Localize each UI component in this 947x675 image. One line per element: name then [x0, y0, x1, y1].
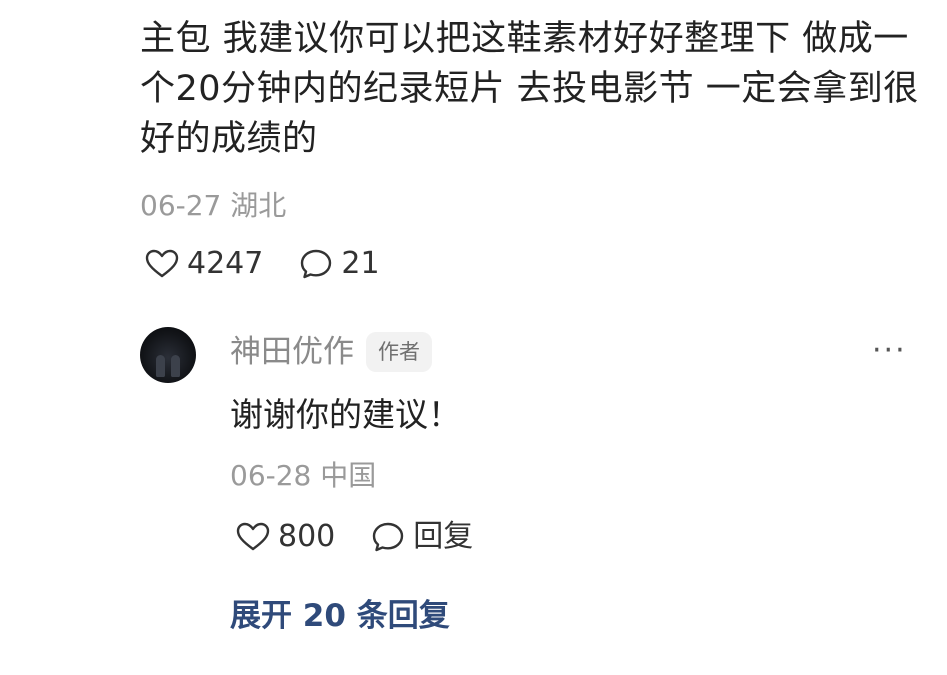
reply-like-count: 800	[278, 519, 336, 554]
main-comment-text: 主包 我建议你可以把这鞋素材好好整理下 做成一 个20分钟内的纪录短片 去投电影…	[140, 14, 920, 164]
main-like-button[interactable]: 4247	[145, 244, 263, 284]
more-icon[interactable]: ···	[872, 336, 907, 366]
main-comment-meta: 06-27 湖北	[140, 186, 286, 226]
reply-location: 中国	[320, 459, 377, 492]
main-like-count: 4247	[187, 246, 264, 281]
main-comment: 主包 我建议你可以把这鞋素材好好整理下 做成一 个20分钟内的纪录短片 去投电影…	[140, 14, 920, 164]
reply-button-label: 回复	[413, 519, 474, 554]
author-badge: 作者	[366, 332, 432, 372]
reply-reply-button[interactable]: 回复	[371, 517, 473, 557]
reply-meta: 06-28 中国	[230, 456, 376, 496]
heart-icon	[145, 249, 179, 278]
reply-text: 谢谢你的建议！	[230, 395, 461, 434]
comment-bubble-icon	[301, 249, 332, 279]
avatar-figure	[171, 355, 180, 377]
reply-author-row: 神田优作 作者	[230, 330, 432, 374]
heart-icon	[236, 522, 270, 551]
main-comment-button[interactable]: 21	[299, 244, 380, 284]
main-comment-actions: 4247 21	[145, 244, 380, 284]
reply-author-name[interactable]: 神田优作	[230, 330, 354, 374]
main-comment-location: 湖北	[230, 189, 287, 222]
reply-date: 06-28	[230, 459, 312, 492]
avatar[interactable]	[140, 327, 196, 383]
comment-bubble-icon	[373, 522, 404, 552]
avatar-figure	[156, 355, 165, 377]
main-comment-line: 主包 我建议你可以把这鞋素材好好整理下 做成一	[140, 19, 909, 59]
main-comment-count: 21	[341, 246, 380, 281]
expand-replies-link[interactable]: 展开 20 条回复	[230, 594, 450, 638]
main-comment-line: 好的成绩的	[140, 119, 318, 159]
reply-like-button[interactable]: 800	[236, 517, 335, 557]
reply-actions: 800 回复	[236, 517, 473, 557]
main-comment-date: 06-27	[140, 189, 222, 222]
main-comment-line: 个20分钟内的纪录短片 去投电影节 一定会拿到很	[140, 69, 919, 109]
